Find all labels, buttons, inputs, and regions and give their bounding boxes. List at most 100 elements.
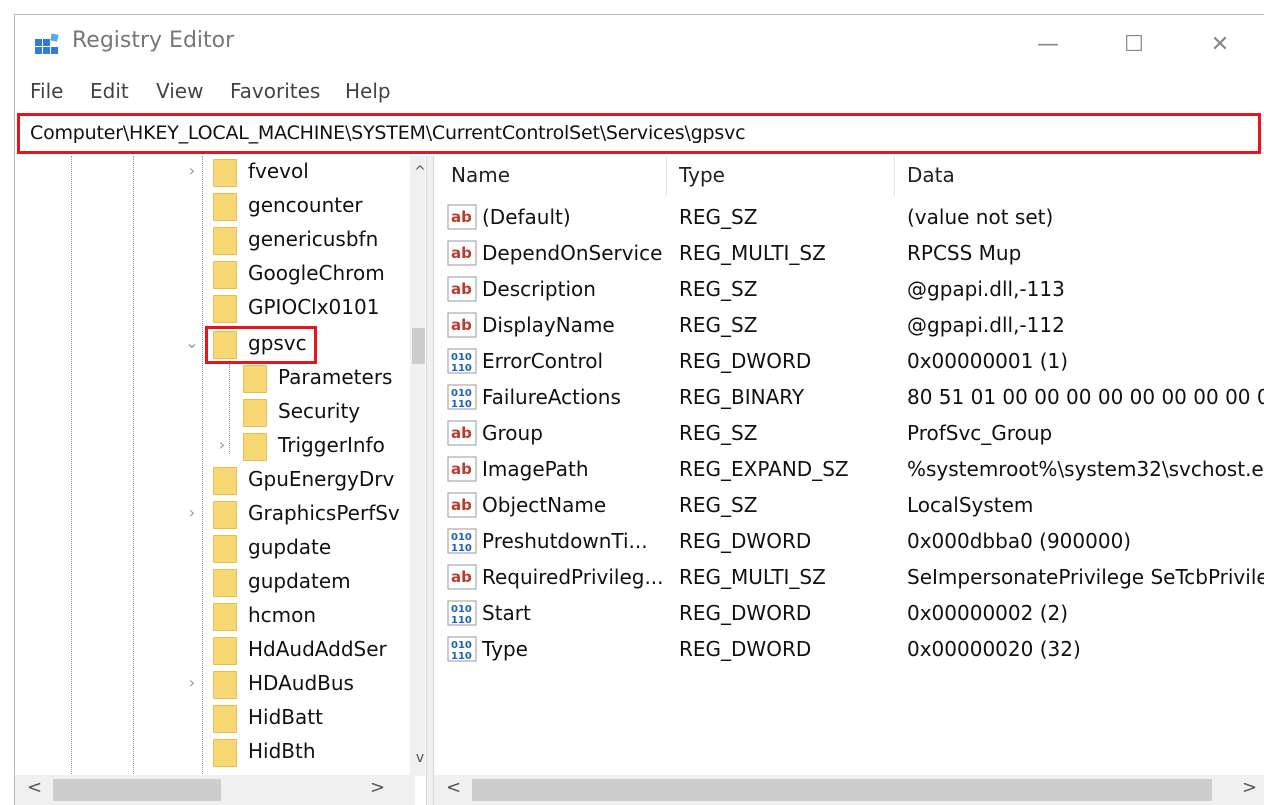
svg-text:010: 010 — [451, 640, 472, 651]
value-data-cell: SeImpersonatePrivilege SeTcbPrivile — [907, 565, 1264, 589]
folder-icon — [243, 399, 267, 427]
tree-vertical-scrollbar[interactable]: ^ v — [410, 156, 425, 776]
collapse-icon[interactable]: ⌄ — [183, 333, 201, 352]
tree-item-label: GpuEnergyDrv — [248, 467, 395, 491]
value-row[interactable]: ab ImagePath REG_EXPAND_SZ %systemroot%\sys… — [434, 452, 1264, 488]
value-row[interactable]: ab Group REG_SZ ProfSvc_Group — [434, 416, 1264, 452]
tree-item-parameters[interactable]: Parameters — [15, 362, 410, 396]
svg-text:ab: ab — [451, 568, 472, 586]
scroll-thumb[interactable] — [53, 779, 221, 801]
expand-icon[interactable]: › — [183, 161, 201, 180]
tree-item-hdaudaddservice[interactable]: HdAudAddSer — [15, 634, 410, 668]
tree-item-label: GraphicsPerfSv — [248, 501, 400, 525]
tree-item-label: genericusbfn — [248, 227, 379, 251]
column-header-name[interactable]: Name — [451, 163, 510, 187]
tree-item-graphicsperfsvc[interactable]: › GraphicsPerfSv — [15, 498, 410, 532]
value-row[interactable]: ab ObjectName REG_SZ LocalSystem — [434, 488, 1264, 524]
menu-bar: File Edit View Favorites Help — [15, 73, 1264, 111]
expand-icon[interactable]: › — [213, 435, 231, 454]
string-value-icon: ab — [447, 564, 477, 590]
value-row[interactable]: ab DependOnService REG_MULTI_SZ RPCSS Mup — [434, 236, 1264, 272]
folder-icon — [213, 501, 237, 529]
value-row[interactable]: ab DisplayName REG_SZ @gpapi.dll,-112 — [434, 308, 1264, 344]
maximize-button[interactable]: ☐ — [1104, 25, 1164, 65]
menu-help[interactable]: Help — [345, 79, 391, 103]
tree-item-fvevol[interactable]: › fvevol — [15, 156, 410, 190]
menu-favorites[interactable]: Favorites — [230, 79, 320, 103]
menu-view[interactable]: View — [156, 79, 203, 103]
value-row[interactable]: 010 110 Type REG_DWORD 0x00000020 (32) — [434, 632, 1264, 668]
title-bar[interactable]: Registry Editor — ☐ ✕ — [15, 15, 1264, 73]
scroll-left-arrow-icon[interactable]: < — [27, 777, 42, 798]
scroll-right-arrow-icon[interactable]: > — [1242, 777, 1257, 798]
column-divider[interactable] — [666, 156, 667, 196]
tree-item-gupdate[interactable]: gupdate — [15, 532, 410, 566]
tree-item-label: fvevol — [248, 159, 309, 183]
string-value-icon: ab — [447, 204, 477, 230]
menu-file[interactable]: File — [30, 79, 63, 103]
tree-item-label: HDAudBus — [248, 671, 354, 695]
tree-item-googlechrom[interactable]: GoogleChrom — [15, 258, 410, 292]
value-name-cell: ObjectName — [482, 493, 607, 517]
pane-splitter[interactable] — [426, 156, 434, 805]
list-horizontal-scrollbar[interactable]: < > — [434, 775, 1264, 805]
tree-item-gpuenergydrv[interactable]: GpuEnergyDrv — [15, 464, 410, 498]
tree-item-gpioclx0101[interactable]: GPIOClx0101 — [15, 292, 410, 326]
tree-item-security[interactable]: Security — [15, 396, 410, 430]
scroll-right-arrow-icon[interactable]: > — [370, 777, 385, 798]
column-header-type[interactable]: Type — [679, 163, 725, 187]
string-value-icon: ab — [447, 276, 477, 302]
scroll-up-arrow-icon[interactable]: ^ — [410, 160, 425, 184]
tree-item-hidbth[interactable]: HidBth — [15, 736, 410, 770]
value-name-cell: (Default) — [482, 205, 571, 229]
value-row[interactable]: ab (Default) REG_SZ (value not set) — [434, 200, 1264, 236]
value-data-cell: LocalSystem — [907, 493, 1034, 517]
tree-item-label: HdAudAddSer — [248, 637, 387, 661]
tree-item-label: HidBth — [248, 739, 316, 763]
value-type-cell: REG_SZ — [679, 313, 758, 337]
value-row[interactable]: 010 110 Start REG_DWORD 0x00000002 (2) — [434, 596, 1264, 632]
address-bar[interactable]: Computer\HKEY_LOCAL_MACHINE\SYSTEM\Curre… — [17, 113, 1261, 154]
tree-item-hdaudbus[interactable]: › HDAudBus — [15, 668, 410, 702]
close-button[interactable]: ✕ — [1190, 25, 1250, 65]
value-row[interactable]: ab RequiredPrivileg... REG_MULTI_SZ SeImper… — [434, 560, 1264, 596]
value-row[interactable]: 010 110 ErrorControl REG_DWORD 0x00000001 (1… — [434, 344, 1264, 380]
values-list-pane[interactable]: Name Type Data ab (Default) REG_SZ (value n… — [434, 156, 1264, 805]
svg-text:110: 110 — [451, 399, 472, 410]
svg-text:010: 010 — [451, 352, 472, 363]
scroll-down-arrow-icon[interactable]: v — [410, 746, 425, 770]
tree-horizontal-scrollbar[interactable]: < > — [15, 775, 415, 805]
folder-icon — [213, 159, 237, 187]
column-divider[interactable] — [894, 156, 895, 196]
menu-edit[interactable]: Edit — [90, 79, 129, 103]
value-type-cell: REG_DWORD — [679, 601, 812, 625]
value-data-cell: RPCSS Mup — [907, 241, 1022, 265]
string-value-icon: ab — [447, 240, 477, 266]
string-value-icon: ab — [447, 420, 477, 446]
tree-item-gencounter[interactable]: gencounter — [15, 190, 410, 224]
folder-icon — [213, 467, 237, 495]
key-tree-pane[interactable]: › fvevol gencounter genericusbfn GoogleC… — [15, 156, 425, 805]
value-row[interactable]: ab Description REG_SZ @gpapi.dll,-113 — [434, 272, 1264, 308]
tree-item-genericusbfn[interactable]: genericusbfn — [15, 224, 410, 258]
column-header-data[interactable]: Data — [907, 163, 955, 187]
svg-text:ab: ab — [451, 208, 472, 226]
tree-item-hcmon[interactable]: hcmon — [15, 600, 410, 634]
tree-item-gupdatem[interactable]: gupdatem — [15, 566, 410, 600]
binary-value-icon: 010110 — [447, 636, 477, 662]
expand-icon[interactable]: › — [183, 673, 201, 692]
scroll-thumb[interactable] — [472, 779, 1212, 801]
tree-item-triggerinfo[interactable]: › TriggerInfo — [15, 430, 410, 464]
scroll-left-arrow-icon[interactable]: < — [446, 777, 461, 798]
value-type-cell: REG_DWORD — [679, 637, 812, 661]
scroll-thumb[interactable] — [412, 328, 425, 364]
value-row[interactable]: 010 110 PreshutdownTi... REG_DWORD 0x000dbba… — [434, 524, 1264, 560]
minimize-button[interactable]: — — [1018, 25, 1078, 65]
expand-icon[interactable]: › — [183, 503, 201, 522]
value-data-cell: (value not set) — [907, 205, 1054, 229]
tree-item-hidbatt[interactable]: HidBatt — [15, 702, 410, 736]
value-row[interactable]: 010 110 FailureActions REG_BINARY 80 51 01 0… — [434, 380, 1264, 416]
binary-value-icon: 010110 — [447, 528, 477, 554]
folder-icon — [213, 739, 237, 767]
folder-icon — [213, 295, 237, 323]
